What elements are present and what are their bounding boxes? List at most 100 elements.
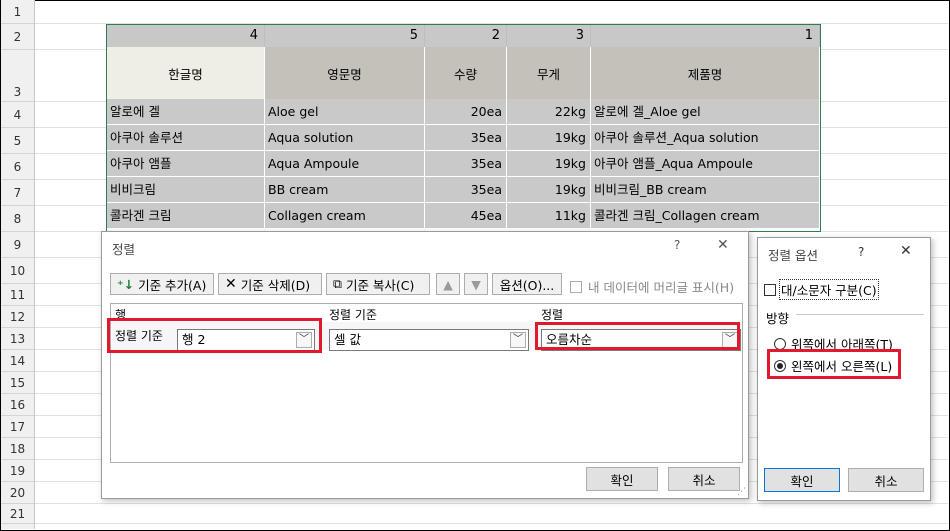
table-cell[interactable]: 비비크림 bbox=[107, 177, 265, 203]
close-button[interactable]: ✕ bbox=[900, 243, 912, 259]
cancel-button[interactable]: 취소 bbox=[848, 468, 924, 492]
help-button[interactable]: ? bbox=[674, 238, 680, 252]
column-heading-sort-on: 정렬 기준 bbox=[329, 308, 377, 322]
table-cell[interactable]: 비비크림_BB cream bbox=[591, 177, 820, 203]
triangle-up-icon: ▲ bbox=[443, 276, 453, 292]
table-cell[interactable]: 19kg bbox=[507, 125, 591, 151]
row-number[interactable]: 12 bbox=[1, 306, 34, 328]
row-number[interactable]: 17 bbox=[1, 416, 34, 438]
row-number[interactable]: 1 bbox=[1, 0, 34, 24]
resize-grip-icon[interactable]: ⋰ bbox=[737, 487, 746, 497]
ok-button[interactable]: 확인 bbox=[586, 467, 658, 491]
table-cell[interactable]: 19kg bbox=[507, 177, 591, 203]
table-cell[interactable]: 5 bbox=[265, 25, 425, 47]
row-number[interactable]: 3 bbox=[1, 50, 34, 102]
row-number[interactable]: 2 bbox=[1, 24, 34, 50]
delete-level-button[interactable]: ✕ 기준 삭제(D) bbox=[218, 273, 322, 295]
case-sensitive-row[interactable]: 대/소문자 구분(C) bbox=[764, 279, 879, 300]
row-number[interactable]: 16 bbox=[1, 394, 34, 416]
dialog-title: 정렬 bbox=[112, 242, 136, 257]
table-cell[interactable]: 35ea bbox=[425, 177, 507, 203]
row-number[interactable]: 5 bbox=[1, 128, 34, 154]
gridline bbox=[35, 523, 948, 524]
move-down-button[interactable]: ▼ bbox=[464, 273, 488, 295]
sort-dialog: 정렬 ? ✕ ⁺↓ 기준 추가(A) ✕ 기준 삭제(D) ⧉ 기준 복사(C)… bbox=[101, 231, 749, 499]
move-up-button[interactable]: ▲ bbox=[436, 273, 460, 295]
table-cell[interactable]: 1 bbox=[591, 25, 820, 47]
table-cell[interactable]: 콜라겐 크림_Collagen cream bbox=[591, 203, 820, 229]
dialog-title: 정렬 옵션 bbox=[768, 248, 818, 263]
table-cell[interactable]: 아쿠아 앰플_Aqua Ampoule bbox=[591, 151, 820, 177]
add-level-icon: ⁺↓ bbox=[117, 276, 135, 292]
table-cell[interactable]: 4 bbox=[107, 25, 265, 47]
row-number[interactable]: 13 bbox=[1, 328, 34, 350]
triangle-down-icon: ▼ bbox=[471, 276, 481, 292]
highlight-box bbox=[107, 318, 322, 353]
row-number[interactable]: 6 bbox=[1, 154, 34, 180]
copy-level-button[interactable]: ⧉ 기준 복사(C) bbox=[326, 273, 430, 295]
chevron-down-icon: ﹀ bbox=[510, 332, 526, 348]
row-number[interactable]: 21 bbox=[1, 504, 34, 524]
row-number[interactable]: 14 bbox=[1, 350, 34, 372]
cancel-button[interactable]: 취소 bbox=[668, 467, 740, 491]
table-cell[interactable]: 35ea bbox=[425, 151, 507, 177]
table-cell[interactable]: 콜라겐 크림 bbox=[107, 203, 265, 229]
table-cell[interactable]: 45ea bbox=[425, 203, 507, 229]
table-cell[interactable]: 20ea bbox=[425, 99, 507, 125]
table-cell[interactable]: 아쿠아 솔루션_Aqua solution bbox=[591, 125, 820, 151]
row-number[interactable]: 4 bbox=[1, 102, 34, 128]
column-header[interactable]: 수량 bbox=[425, 47, 507, 99]
column-header[interactable]: 제품명 bbox=[591, 47, 820, 99]
row-number[interactable]: 9 bbox=[1, 232, 34, 258]
table-cell[interactable]: Collagen cream bbox=[265, 203, 425, 229]
row-number[interactable]: 19 bbox=[1, 460, 34, 482]
data-table: 4 5 2 3 1 한글명 영문명 수량 무게 제품명 알로에 겔 Aloe ge… bbox=[106, 24, 821, 232]
sort-on-select[interactable]: 셀 값 ﹀ bbox=[329, 329, 529, 351]
add-level-button[interactable]: ⁺↓ 기준 추가(A) bbox=[110, 273, 214, 295]
options-button[interactable]: 옵션(O)... bbox=[492, 273, 562, 295]
table-row: 아쿠아 솔루션 Aqua solution 35ea 19kg 아쿠아 솔루션_Aqua… bbox=[107, 125, 820, 151]
row-header: 1 2 3 4 5 6 7 8 9 10 11 12 13 14 15 16 17 18 19 20 21 bbox=[1, 0, 35, 529]
row-number[interactable]: 18 bbox=[1, 438, 34, 460]
table-cell[interactable]: 3 bbox=[507, 25, 591, 47]
column-heading-order: 정렬 bbox=[541, 308, 564, 322]
column-header[interactable]: 한글명 bbox=[107, 47, 265, 99]
table-row: 콜라겐 크림 Collagen cream 45ea 11kg 콜라겐 크림_Colla… bbox=[107, 203, 820, 229]
header-checkbox[interactable] bbox=[570, 280, 582, 293]
table-cell[interactable]: 19kg bbox=[507, 151, 591, 177]
table-cell[interactable]: 알로에 겔 bbox=[107, 99, 265, 125]
table-cell[interactable]: 아쿠아 솔루션 bbox=[107, 125, 265, 151]
radio-button[interactable] bbox=[774, 337, 786, 350]
table-cell[interactable]: BB cream bbox=[265, 177, 425, 203]
column-header[interactable]: 무게 bbox=[507, 47, 591, 99]
table-row: 아쿠아 앰플 Aqua Ampoule 35ea 19kg 아쿠아 앰플_Aqua Am… bbox=[107, 151, 820, 177]
row-number[interactable]: 20 bbox=[1, 482, 34, 504]
group-divider bbox=[796, 314, 924, 315]
column-header[interactable]: 영문명 bbox=[265, 47, 425, 99]
row-number[interactable]: 11 bbox=[1, 284, 34, 306]
row-number[interactable]: 7 bbox=[1, 180, 34, 206]
case-sensitive-checkbox[interactable] bbox=[764, 283, 776, 296]
ok-button[interactable]: 확인 bbox=[764, 468, 840, 492]
help-button[interactable]: ? bbox=[858, 245, 864, 259]
table-cell[interactable]: 11kg bbox=[507, 203, 591, 229]
gridline bbox=[35, 503, 948, 504]
header-checkbox-row[interactable]: 내 데이터에 머리글 표시(H) bbox=[570, 277, 734, 296]
close-button[interactable]: ✕ bbox=[717, 237, 729, 253]
table-cell[interactable]: Aloe gel bbox=[265, 99, 425, 125]
table-cell[interactable]: 35ea bbox=[425, 125, 507, 151]
table-row: 비비크림 BB cream 35ea 19kg 비비크림_BB cream bbox=[107, 177, 820, 203]
row-number[interactable]: 10 bbox=[1, 258, 34, 284]
row-number[interactable]: 8 bbox=[1, 206, 34, 232]
table-cell[interactable]: 아쿠아 앰플 bbox=[107, 151, 265, 177]
highlight-box bbox=[767, 349, 901, 379]
table-row: 알로에 겔 Aloe gel 20ea 22kg 알로에 겔_Aloe gel bbox=[107, 99, 820, 125]
table-cell[interactable]: 2 bbox=[425, 25, 507, 47]
table-cell[interactable]: Aqua Ampoule bbox=[265, 151, 425, 177]
table-cell[interactable]: 알로에 겔_Aloe gel bbox=[591, 99, 820, 125]
copy-icon: ⧉ bbox=[333, 276, 342, 291]
table-cell[interactable]: 22kg bbox=[507, 99, 591, 125]
row-number[interactable]: 15 bbox=[1, 372, 34, 394]
table-cell[interactable]: Aqua solution bbox=[265, 125, 425, 151]
sort-index-row: 4 5 2 3 1 bbox=[107, 25, 820, 47]
